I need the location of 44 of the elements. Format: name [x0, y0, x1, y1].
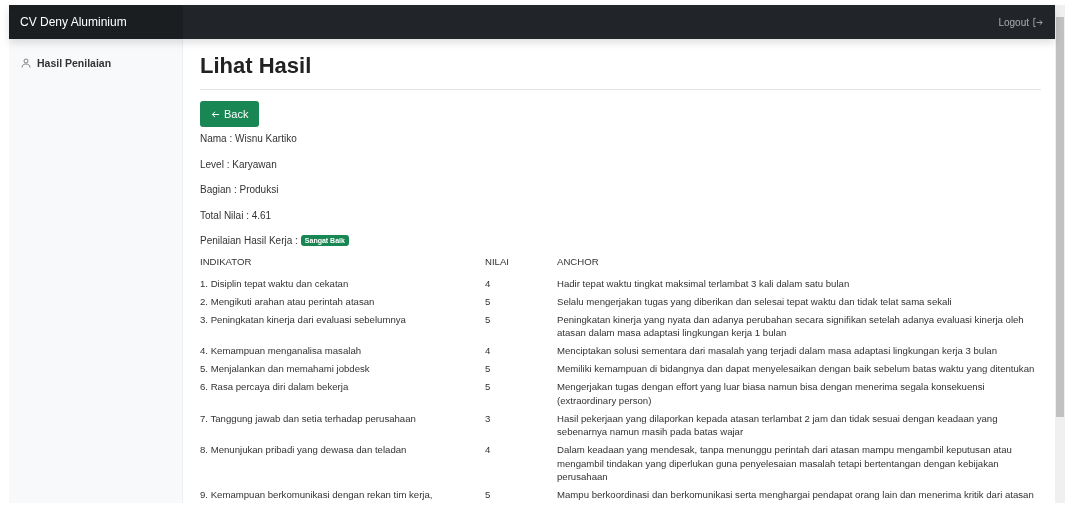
column-header: INDIKATOR: [200, 252, 485, 275]
table-cell: 4: [485, 274, 557, 293]
table-cell-text: Mampu berkoordinasi dan berkomunikasi serta menghargai pendapat orang lain dan menerima kritik dari atasan: [557, 488, 1035, 502]
table-cell-text: Mengerjakan tugas dengan effort yang luar biasa namun bisa dengan menerima segala konsekuensi (extraordinary person): [557, 380, 986, 408]
sidebar-item[interactable]: Hasil Penilaian: [9, 54, 182, 72]
table-cell: 5: [485, 377, 557, 410]
logout-link[interactable]: Logout: [998, 5, 1055, 39]
logout-icon: [1032, 16, 1043, 28]
table-cell: 4. Kemampuan menganalisa masalah: [200, 341, 485, 360]
table-cell-text: Memiliki kemampuan di bidangnya dan dapat menyelesaikan dengan baik sebelum batas waktu yang ditentukan: [557, 362, 1036, 376]
page-title: Lihat Hasil: [200, 53, 1041, 90]
rating-label: Penilaian Hasil Kerja :: [200, 235, 298, 246]
arrow-left-icon: [211, 109, 220, 119]
user-icon: [21, 58, 31, 68]
table-cell-text: Dalam keadaan yang mendesak, tanpa menunggu perintah dari atasan mampu mengambil keputusan atau mengambil tindakan yang diperlukan guna penyelesaian masalah tetapi bertentangan dengan kebijakan perusahaan: [557, 443, 1013, 484]
brand-name[interactable]: CV Deny Aluminium: [9, 5, 183, 39]
table-cell: 5: [485, 359, 557, 378]
info-text: Level : Karyawan: [200, 157, 278, 172]
scrollbar-thumb[interactable]: [1056, 17, 1064, 417]
table-cell: 3: [485, 409, 557, 441]
table-cell: 4: [485, 440, 557, 486]
table-cell: 9. Kemampuan berkomunikasi dengan rekan tim kerja,: [200, 485, 485, 504]
info-text: Total Nilai : 4.61: [200, 208, 273, 223]
table-cell: 5: [485, 310, 557, 342]
table-cell: 7. Tanggung jawab dan setia terhadap perusahaan: [200, 409, 485, 441]
table-cell-text: Menciptakan solusi sementara dari masalah yang terjadi dalam masa adaptasi lingkungan kerja 3 bulan: [557, 344, 998, 358]
table-cell-text: Peningkatan kinerja yang nyata dan adanya perubahan secara signifikan setelah adanya evaluasi kinerja oleh atasan dalam masa adaptasi lingkungan kerja 1 bulan: [557, 312, 1025, 340]
table-cell-text: Hasil pekerjaan yang dilaporkan kepada atasan terlambat 2 jam dan tidak sesuai dengan keadaan yang sebenarnya namun masih pada batas wajar: [557, 411, 999, 439]
table-cell: 5. Menjalankan dan memahami jobdesk: [200, 359, 485, 378]
table-cell: 8. Menunjukan pribadi yang dewasa dan teladan: [200, 440, 485, 486]
back-button[interactable]: Back: [200, 101, 260, 127]
info-text: Nama : Wisnu Kartiko: [200, 132, 298, 146]
column-header: NILAI: [485, 252, 557, 275]
table-cell: 5: [485, 292, 557, 311]
table-cell-text: Hadir tepat waktu tingkat maksimal terlambat 3 kali dalam satu bulan: [557, 276, 851, 291]
table-cell: 4: [485, 341, 557, 360]
table-cell: 5: [485, 485, 557, 504]
column-header: ANCHOR: [557, 254, 600, 269]
table-cell: 1. Disiplin tepat waktu dan cekatan: [200, 274, 485, 293]
info-text: Bagian : Produksi: [200, 183, 280, 197]
table-cell: 2. Mengikuti arahan atau perintah atasan: [200, 292, 485, 311]
table-cell: 3. Peningkatan kinerja dari evaluasi sebelumnya: [200, 310, 485, 342]
table-cell: 6. Rasa percaya diri dalam bekerja: [200, 377, 485, 410]
table-cell-text: Selalu mengerjakan tugas yang diberikan dan selesai tepat waktu dan tidak telat sama sekali: [557, 294, 953, 309]
